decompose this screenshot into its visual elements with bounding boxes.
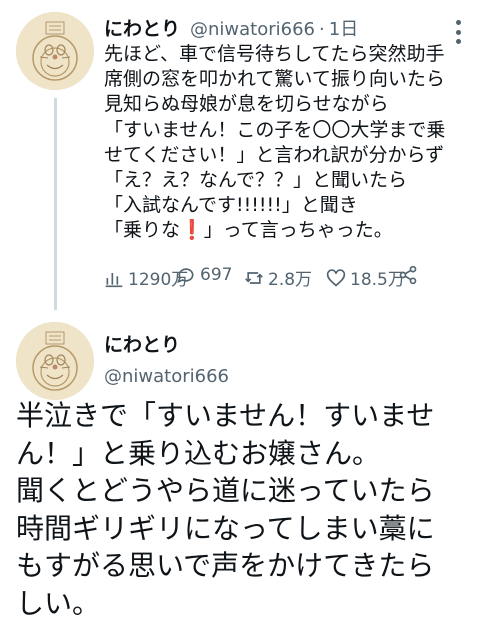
- like-icon: [326, 268, 346, 287]
- timestamp[interactable]: 1日: [329, 15, 358, 41]
- retweet-count: 2.8万: [268, 270, 313, 290]
- share-icon: [399, 265, 417, 285]
- avatar-image: [16, 322, 94, 400]
- tweet-text: 先ほど、車で信号待ちしてたら突然助手 席側の窓を叩かれて驚いて振り向いたら 見知…: [104, 42, 476, 244]
- display-name[interactable]: にわとり: [104, 14, 180, 41]
- thread-line: [54, 98, 57, 310]
- share-button[interactable]: [398, 265, 418, 285]
- reply-icon: [177, 268, 194, 284]
- like-button[interactable]: 18.5万: [326, 265, 405, 290]
- exclamation-emoji: ❗: [180, 219, 204, 242]
- avatar-image: [16, 12, 94, 90]
- user-handle[interactable]: @niwatori666: [190, 19, 315, 40]
- reply-count: 697: [200, 265, 233, 285]
- user-handle[interactable]: @niwatori666: [104, 366, 229, 387]
- avatar[interactable]: [16, 12, 94, 90]
- retweet-button[interactable]: 2.8万: [244, 265, 312, 290]
- display-name[interactable]: にわとり: [104, 330, 180, 357]
- separator-dot: ·: [319, 19, 325, 40]
- tweet-actions: 1290万 697 2.8万 18.5万: [104, 265, 424, 291]
- tweet-text-main: 先ほど、車で信号待ちしてたら突然助手 席側の窓を叩かれて驚いて振り向いたら 見知…: [104, 43, 446, 242]
- more-icon[interactable]: [447, 20, 469, 44]
- tweet-text-end: 」って言っちゃった。: [203, 219, 393, 242]
- tweet-text: 半泣きで「すいません！すいませ ん！」と乗り込むお嬢さん。 聞くとどうやら道に迷…: [16, 399, 435, 620]
- tweet-header: にわとり @niwatori666 · 1日: [104, 14, 358, 41]
- views-icon: [105, 272, 123, 287]
- avatar[interactable]: [16, 322, 94, 400]
- reply-button[interactable]: 697: [176, 265, 232, 285]
- retweet-icon: [245, 271, 263, 284]
- like-count: 18.5万: [350, 270, 405, 290]
